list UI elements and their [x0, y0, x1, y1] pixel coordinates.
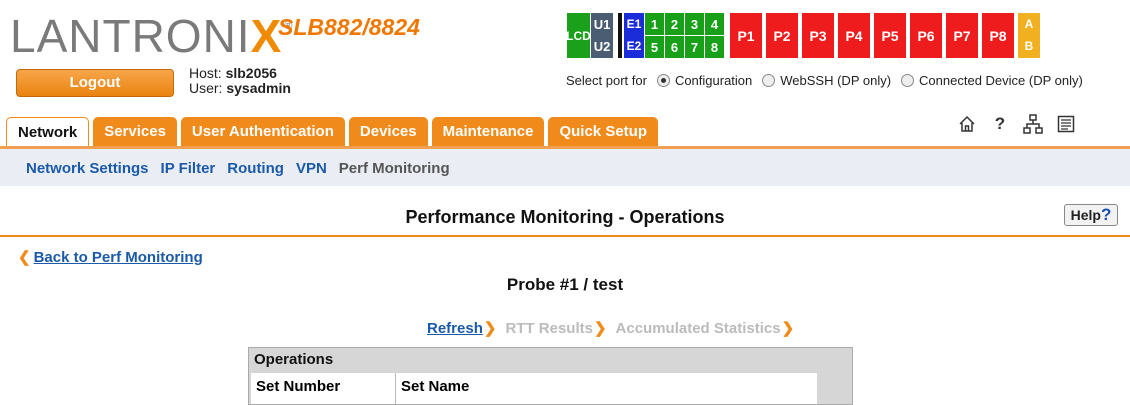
title-divider: [0, 235, 1130, 237]
lcd-port[interactable]: LCD: [566, 13, 591, 58]
help-icon[interactable]: ?: [990, 114, 1010, 134]
tab-user-authentication[interactable]: User Authentication: [180, 117, 345, 146]
chevron-left-icon: ❮: [18, 249, 31, 266]
port-e1[interactable]: E1: [624, 13, 644, 35]
rtt-results-action: RTT Results❯: [505, 320, 607, 337]
subnav-ip-filter[interactable]: IP Filter: [161, 160, 216, 177]
user-value: sysadmin: [226, 80, 291, 96]
refresh-action[interactable]: Refresh❯: [427, 319, 496, 337]
action-links: Refresh❯ RTT Results❯ Accumulated Statis…: [427, 319, 794, 337]
main-tabs: Network Services User Authentication Dev…: [6, 117, 662, 147]
back-to-perf-monitoring-link[interactable]: ❮ Back to Perf Monitoring: [18, 248, 203, 266]
select-port-label: Select port for: [566, 73, 647, 88]
usb-ports: U1 U2: [591, 13, 613, 58]
power-port-p8[interactable]: P8: [982, 13, 1014, 58]
serial-port-8[interactable]: 8: [705, 36, 724, 58]
subnav-perf-monitoring[interactable]: Perf Monitoring: [339, 160, 450, 177]
column-set-name: Set Name: [401, 378, 470, 395]
power-port-p4[interactable]: P4: [838, 13, 870, 58]
ab-ports: A B: [1018, 13, 1040, 58]
port-e2[interactable]: E2: [624, 35, 644, 57]
radio-connected-device-label: Connected Device (DP only): [919, 73, 1083, 88]
accumulated-statistics-action: Accumulated Statistics❯: [615, 320, 795, 337]
help-button[interactable]: Help?: [1064, 204, 1118, 226]
port-a[interactable]: A: [1018, 13, 1040, 35]
logo-text: LANTRONIX: [10, 10, 283, 62]
select-port-row: Select port for Configuration WebSSH (DP…: [566, 73, 1083, 88]
table-header-row: Set Number Set Name: [251, 373, 817, 404]
serial-port-4[interactable]: 4: [705, 13, 724, 35]
serial-port-7[interactable]: 7: [685, 36, 704, 58]
subnav-routing[interactable]: Routing: [227, 160, 284, 177]
radio-configuration[interactable]: [656, 74, 670, 87]
radio-webssh[interactable]: [762, 74, 776, 87]
radio-connected-device[interactable]: [901, 74, 915, 87]
serial-port-2[interactable]: 2: [665, 13, 684, 35]
home-icon[interactable]: [957, 114, 977, 134]
power-port-p5[interactable]: P5: [874, 13, 906, 58]
column-set-number: Set Number: [251, 373, 396, 404]
serial-port-5[interactable]: 5: [645, 36, 664, 58]
model-name: SLB882/8824: [278, 14, 420, 40]
serial-ports: 1 2 3 4 5 6 7 8: [645, 13, 724, 58]
tab-devices[interactable]: Devices: [348, 117, 428, 146]
toolbar-icons: ?: [957, 114, 1076, 134]
operations-table: Operations Set Number Set Name: [248, 347, 853, 405]
power-port-p1[interactable]: P1: [730, 13, 762, 58]
tab-quick-setup[interactable]: Quick Setup: [548, 117, 658, 146]
page-title: Performance Monitoring - Operations: [405, 207, 725, 227]
subnav-network-settings[interactable]: Network Settings: [26, 160, 149, 177]
lantronix-logo: LANTRONIX ®: [10, 10, 292, 62]
serial-port-6[interactable]: 6: [665, 36, 684, 58]
power-port-p7[interactable]: P7: [946, 13, 978, 58]
host-user-info: Host: slb2056 User: sysadmin: [189, 65, 291, 96]
serial-port-3[interactable]: 3: [685, 13, 704, 35]
power-port-p3[interactable]: P3: [802, 13, 834, 58]
tab-maintenance[interactable]: Maintenance: [431, 117, 545, 146]
subnav-vpn[interactable]: VPN: [296, 160, 327, 177]
log-icon[interactable]: [1056, 114, 1076, 134]
port-u2[interactable]: U2: [591, 35, 613, 57]
port-u1[interactable]: U1: [591, 13, 613, 35]
chevron-right-icon: ❯: [781, 320, 795, 337]
port-status-panel: LCD U1 U2 E1 E2 1 2 3 4 5 6 7 8 P1 P2 P3…: [566, 13, 1040, 58]
table-title: Operations: [254, 351, 334, 368]
power-port-p6[interactable]: P6: [910, 13, 942, 58]
divider: [618, 13, 622, 58]
tab-services[interactable]: Services: [93, 117, 177, 146]
sub-navigation: Network Settings IP Filter Routing VPN P…: [0, 149, 1130, 186]
serial-port-1[interactable]: 1: [645, 13, 664, 35]
radio-webssh-label: WebSSH (DP only): [780, 73, 892, 88]
logout-button[interactable]: Logout: [16, 69, 174, 97]
host-value: slb2056: [225, 65, 277, 81]
power-port-p2[interactable]: P2: [766, 13, 798, 58]
port-b[interactable]: B: [1018, 35, 1040, 57]
ethernet-ports: E1 E2: [624, 13, 644, 58]
radio-configuration-label: Configuration: [674, 73, 753, 88]
chevron-right-icon: ❯: [483, 320, 497, 337]
probe-title: Probe #1 / test: [506, 275, 624, 294]
sitemap-icon[interactable]: [1023, 114, 1043, 134]
chevron-right-icon: ❯: [593, 320, 607, 337]
tab-network[interactable]: Network: [6, 117, 90, 147]
